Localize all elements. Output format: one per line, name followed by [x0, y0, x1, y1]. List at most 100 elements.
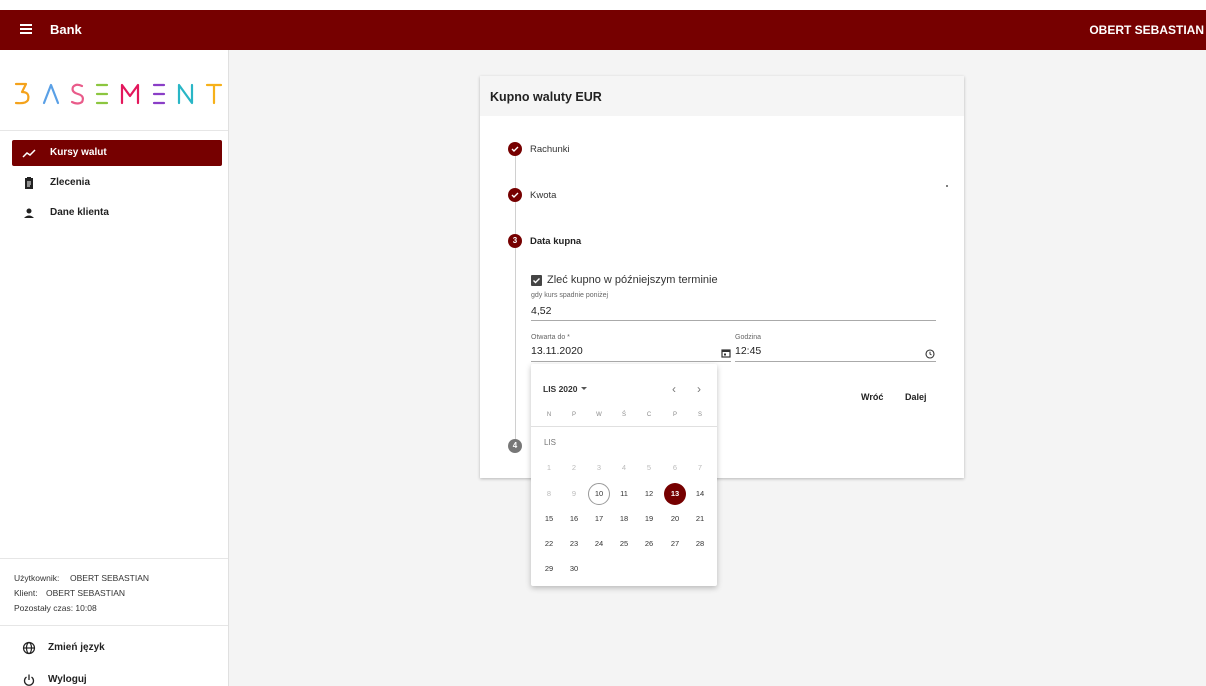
- day-cell: 3: [596, 463, 602, 472]
- next-button[interactable]: Dalej: [905, 392, 927, 402]
- step-2-done[interactable]: [508, 188, 522, 202]
- datepicker-popup: LIS 2020 ‹ › NPWŚCPS LIS 1 2 3 4 5 6 7 8 9 10 11 12…: [531, 364, 717, 586]
- calendar-icon[interactable]: [721, 348, 731, 358]
- weekday-header: W: [596, 412, 602, 418]
- weekday-header: N: [546, 412, 552, 418]
- step-3-active[interactable]: 3: [508, 234, 522, 248]
- step-4-pending[interactable]: 4: [508, 439, 522, 453]
- time-input[interactable]: 12:45: [735, 345, 761, 357]
- menu-icon[interactable]: [20, 24, 32, 34]
- card-dot: [946, 185, 948, 187]
- basement-logo: [14, 82, 223, 105]
- day-cell[interactable]: 29: [538, 558, 560, 580]
- person-icon: [24, 208, 34, 218]
- day-cell[interactable]: 15: [538, 508, 560, 530]
- sidebar-item-label: Kursy walut: [50, 147, 107, 158]
- weekday-header: S: [697, 412, 702, 418]
- day-cell[interactable]: 28: [689, 533, 711, 555]
- sidebar-item-zlecenia[interactable]: Zlecenia: [12, 170, 222, 196]
- period-button[interactable]: LIS 2020: [543, 384, 587, 394]
- day-cell-selected[interactable]: 13: [664, 483, 686, 505]
- day-cell[interactable]: 17: [588, 508, 610, 530]
- day-cell[interactable]: 26: [638, 533, 660, 555]
- sidebar-divider: [0, 625, 228, 626]
- rate-field-label: gdy kurs spadnie poniżej: [531, 292, 609, 299]
- day-cell[interactable]: 10: [588, 483, 610, 505]
- sidebar-divider: [0, 558, 228, 559]
- power-icon: [23, 674, 35, 686]
- check-icon: [511, 146, 519, 152]
- sidebar-item-label: Dane klienta: [50, 207, 109, 218]
- sidebar: Kursy walut Zlecenia Dane klienta Użytko…: [0, 50, 229, 686]
- next-month-icon[interactable]: ›: [697, 382, 701, 396]
- check-icon: [511, 192, 519, 198]
- day-cell: 8: [546, 489, 552, 498]
- sidebar-item-kursy-walut[interactable]: Kursy walut: [12, 140, 222, 166]
- sidebar-divider: [0, 130, 228, 131]
- rate-input[interactable]: 4,52: [531, 305, 551, 317]
- day-cell[interactable]: 11: [613, 483, 635, 505]
- weekday-header: P: [672, 412, 677, 418]
- back-button[interactable]: Wróć: [861, 392, 883, 402]
- app-title: Bank: [50, 22, 82, 37]
- globe-icon: [22, 641, 36, 655]
- day-cell: 7: [697, 463, 703, 472]
- main-content: Kupno waluty EUR Rachunki Kwota 3 Data k…: [229, 50, 1206, 686]
- day-cell[interactable]: 25: [613, 533, 635, 555]
- day-cell[interactable]: 24: [588, 533, 610, 555]
- stepper-line: [515, 248, 516, 442]
- date-input[interactable]: 13.11.2020: [531, 345, 583, 357]
- later-date-label: Zleć kupno w późniejszym terminie: [547, 274, 718, 286]
- card-header: Kupno waluty EUR: [480, 76, 964, 116]
- day-cell[interactable]: 23: [563, 533, 585, 555]
- day-cell: 6: [672, 463, 678, 472]
- change-language-button[interactable]: Zmień język: [12, 636, 222, 660]
- change-language-label: Zmień język: [48, 642, 105, 653]
- step-1-done[interactable]: [508, 142, 522, 156]
- logout-button[interactable]: Wyloguj: [12, 668, 222, 686]
- stepper-line: [515, 156, 516, 188]
- day-cell[interactable]: 20: [664, 508, 686, 530]
- trending-up-icon: [22, 149, 36, 158]
- sidebar-item-dane-klienta[interactable]: Dane klienta: [12, 200, 222, 226]
- day-cell[interactable]: 18: [613, 508, 635, 530]
- day-cell[interactable]: 22: [538, 533, 560, 555]
- time-underline: [735, 361, 936, 362]
- step-3-label: Data kupna: [530, 236, 582, 247]
- day-cell[interactable]: 30: [563, 558, 585, 580]
- sidebar-item-label: Zlecenia: [50, 177, 91, 188]
- day-cell[interactable]: 21: [689, 508, 711, 530]
- clock-icon[interactable]: [925, 349, 935, 359]
- session-user: Użytkownik: OBERT SEBASTIAN: [14, 573, 150, 583]
- logout-label: Wyloguj: [48, 674, 87, 685]
- weekday-header: C: [646, 412, 652, 418]
- picker-divider: [531, 426, 717, 427]
- prev-month-icon[interactable]: ‹: [672, 382, 676, 396]
- time-field-label: Godzina: [735, 334, 762, 341]
- session-client: Klient: OBERT SEBASTIAN: [14, 588, 126, 598]
- month-label: LIS: [544, 438, 557, 447]
- day-cell: 2: [571, 463, 577, 472]
- weekday-header: P: [571, 412, 576, 418]
- rate-underline: [531, 320, 936, 321]
- day-cell: 1: [546, 463, 552, 472]
- date-underline: [531, 361, 731, 362]
- step-2-label: Kwota: [530, 190, 557, 201]
- day-cell: 9: [571, 489, 577, 498]
- weekday-header: Ś: [621, 412, 626, 418]
- stepper-line: [515, 202, 516, 234]
- top-app-bar: Bank OBERT SEBASTIAN: [0, 10, 1206, 50]
- day-cell[interactable]: 12: [638, 483, 660, 505]
- checkmark-icon: [533, 278, 540, 284]
- top-user-name: OBERT SEBASTIAN: [1089, 23, 1204, 37]
- day-cell: 4: [621, 463, 627, 472]
- day-cell: 5: [646, 463, 652, 472]
- session-time: Pozostały czas: 10:08: [14, 603, 97, 613]
- day-cell[interactable]: 19: [638, 508, 660, 530]
- card-title: Kupno waluty EUR: [490, 90, 602, 104]
- date-field-label: Otwarta do *: [531, 334, 570, 341]
- day-cell[interactable]: 14: [689, 483, 711, 505]
- later-date-checkbox[interactable]: [531, 275, 542, 286]
- day-cell[interactable]: 16: [563, 508, 585, 530]
- day-cell[interactable]: 27: [664, 533, 686, 555]
